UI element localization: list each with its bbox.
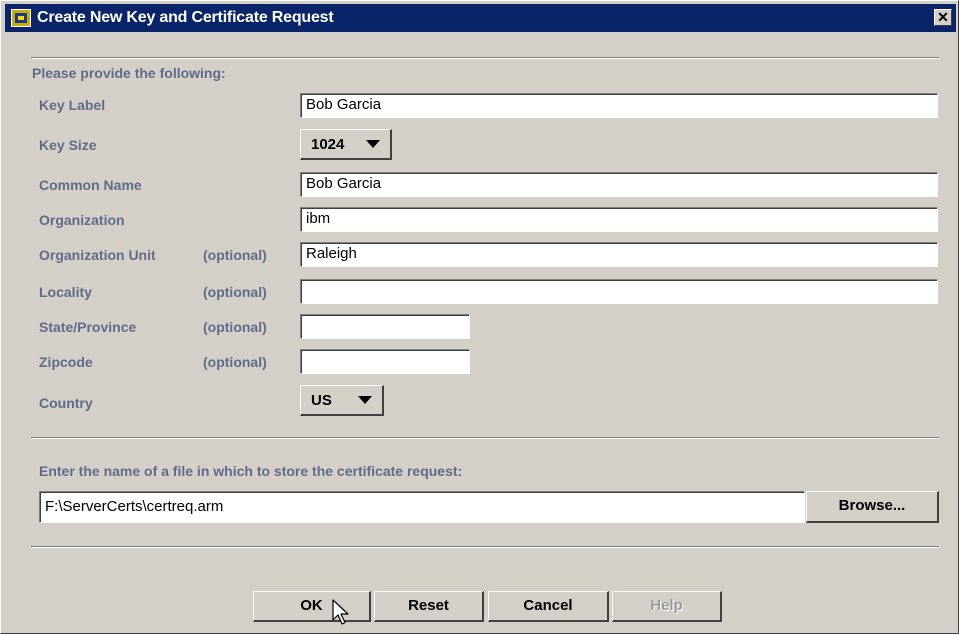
- common-name-label: Common Name: [39, 177, 142, 193]
- dialog-window: Create New Key and Certificate Request ✕…: [0, 0, 959, 634]
- chevron-down-icon: [358, 396, 372, 404]
- locality-input[interactable]: [300, 279, 938, 304]
- key-label-input[interactable]: Bob Garcia: [300, 93, 938, 118]
- zipcode-optional-tag: (optional): [203, 354, 267, 370]
- zipcode-input[interactable]: [300, 349, 470, 374]
- key-size-dropdown[interactable]: 1024: [300, 129, 392, 160]
- cancel-button[interactable]: Cancel: [488, 591, 609, 622]
- org-unit-optional-tag: (optional): [203, 247, 267, 263]
- file-path-input[interactable]: F:\ServerCerts\certreq.arm: [39, 491, 805, 523]
- ok-button[interactable]: OK: [253, 591, 371, 622]
- country-label: Country: [39, 395, 93, 411]
- file-prompt: Enter the name of a file in which to sto…: [39, 463, 463, 479]
- form-heading: Please provide the following:: [32, 65, 226, 81]
- key-size-value: 1024: [311, 136, 345, 153]
- title-bar[interactable]: Create New Key and Certificate Request ✕: [5, 4, 956, 32]
- close-button[interactable]: ✕: [934, 9, 952, 26]
- close-icon: ✕: [937, 9, 949, 25]
- key-label-label: Key Label: [39, 97, 106, 113]
- country-value: US: [311, 392, 332, 409]
- key-certificate-app-icon: [11, 9, 31, 27]
- chevron-down-icon: [366, 140, 380, 148]
- mouse-pointer-icon: [332, 599, 349, 625]
- locality-label: Locality: [39, 284, 92, 300]
- common-name-input[interactable]: Bob Garcia: [300, 172, 938, 197]
- state-input[interactable]: [300, 314, 470, 339]
- country-dropdown[interactable]: US: [300, 385, 384, 416]
- separator-middle: [31, 437, 939, 439]
- window-title: Create New Key and Certificate Request: [37, 9, 334, 26]
- zipcode-label: Zipcode: [39, 354, 93, 370]
- reset-button[interactable]: Reset: [374, 591, 484, 622]
- organization-label: Organization: [39, 212, 125, 228]
- state-label: State/Province: [39, 319, 137, 335]
- org-unit-input[interactable]: Raleigh: [300, 242, 938, 267]
- state-optional-tag: (optional): [203, 319, 267, 335]
- key-size-label: Key Size: [39, 137, 97, 153]
- help-button[interactable]: Help: [612, 591, 722, 622]
- separator-top: [31, 57, 939, 59]
- organization-input[interactable]: ibm: [300, 207, 938, 232]
- separator-bottom: [31, 546, 939, 548]
- locality-optional-tag: (optional): [203, 284, 267, 300]
- browse-button[interactable]: Browse...: [806, 491, 939, 523]
- org-unit-label: Organization Unit: [39, 247, 156, 263]
